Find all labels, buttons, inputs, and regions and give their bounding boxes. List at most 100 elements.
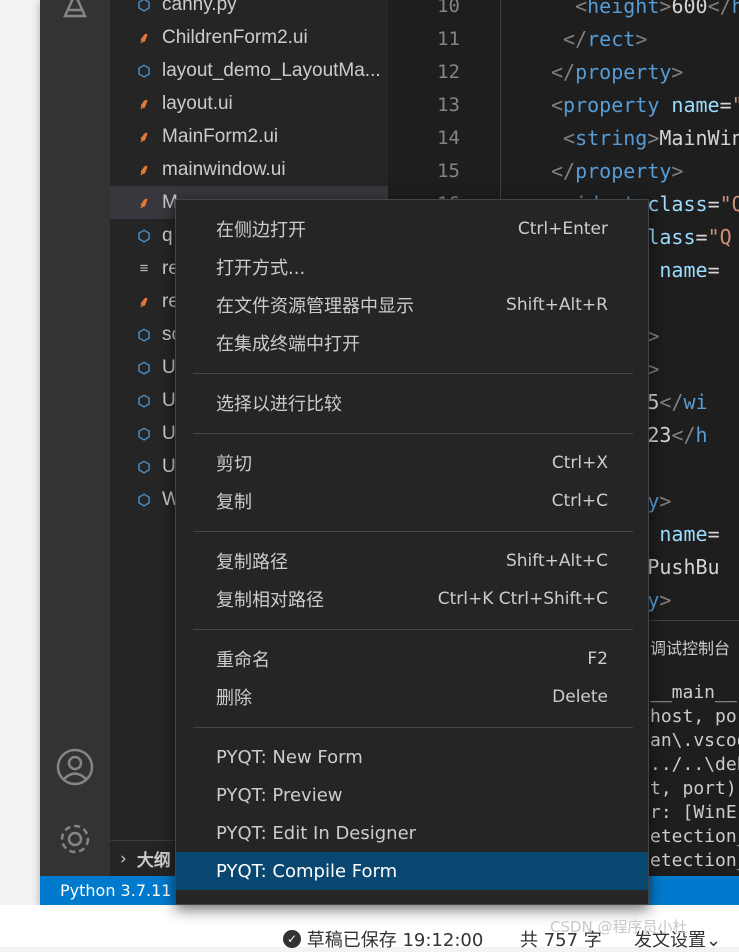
context-menu-item[interactable]: 选择以进行比较 <box>176 384 648 422</box>
file-item[interactable]: ⬡ canny.py <box>110 0 388 21</box>
menu-item-shortcut: Ctrl+X <box>551 453 608 473</box>
rss-file-icon: ⸙ <box>138 95 150 113</box>
chevron-down-icon: ⌄ <box>706 930 722 951</box>
context-menu-item[interactable]: 删除 Delete <box>176 678 648 716</box>
menu-item-shortcut: Shift+Alt+R <box>506 295 608 315</box>
file-name: U <box>162 455 176 477</box>
line-number: 15 <box>437 160 460 182</box>
menu-item-label: 删除 <box>216 688 252 709</box>
code-line: </property> <box>551 60 684 84</box>
line-number: 10 <box>437 0 460 17</box>
menu-item-label: PYQT: Edit In Designer <box>216 822 417 844</box>
menu-separator <box>193 373 633 374</box>
file-name: U <box>162 389 176 411</box>
context-menu-item[interactable]: 重命名 F2 <box>176 640 648 678</box>
python-file-icon: ⬡ <box>137 458 151 476</box>
console-output-line: r: [WinEr <box>650 802 739 823</box>
line-number: 11 <box>437 28 460 50</box>
file-item[interactable]: ⬡ layout_demo_LayoutMa... <box>110 54 388 87</box>
context-menu-item[interactable]: PYQT: Preview <box>176 776 648 814</box>
file-name: mainwindow.ui <box>162 158 286 180</box>
code-line: </property> <box>551 159 684 183</box>
file-item[interactable]: ⸙ mainwindow.ui <box>110 153 388 186</box>
menu-item-label: 剪切 <box>216 454 252 475</box>
menu-separator <box>193 629 633 630</box>
code-line: <height>600</he <box>575 0 739 18</box>
line-number: 14 <box>437 127 460 149</box>
activity-bar <box>40 0 110 876</box>
menu-separator <box>193 433 633 434</box>
text-file-icon: ≡ <box>139 260 149 277</box>
source-control-icon[interactable] <box>56 0 94 24</box>
rss-file-icon: ⸙ <box>138 128 150 146</box>
python-file-icon: ⬡ <box>137 326 151 344</box>
saved-status: ✓ 草稿已保存 19:12:00 <box>283 926 483 952</box>
menu-item-label: PYQT: Compile Form <box>216 860 398 882</box>
menu-item-label: 打开方式... <box>216 258 306 279</box>
menu-item-label: 选择以进行比较 <box>216 394 342 415</box>
file-name: U <box>162 356 176 378</box>
context-menu-item[interactable]: 复制路径 Shift+Alt+C <box>176 542 648 580</box>
context-menu-item[interactable]: 在侧边打开 Ctrl+Enter <box>176 210 648 248</box>
debug-console-tab[interactable]: 调试控制台 <box>650 635 730 659</box>
context-menu-item[interactable]: PYQT: New Form <box>176 738 648 776</box>
file-name: layout_demo_LayoutMa... <box>162 59 381 81</box>
menu-item-label: 在文件资源管理器中显示 <box>216 296 414 317</box>
console-output-line: __main__ <box>650 682 737 703</box>
code-line: <property name="w <box>551 93 739 117</box>
file-item[interactable]: ⸙ MainForm2.ui <box>110 120 388 153</box>
context-menu-item[interactable]: 剪切 Ctrl+X <box>176 444 648 482</box>
menu-item-shortcut: Shift+Alt+C <box>505 551 608 571</box>
rss-file-icon: ⸙ <box>138 194 150 212</box>
line-number: 12 <box>437 61 460 83</box>
console-output-line: t, port) <box>650 778 737 799</box>
python-file-icon: ⬡ <box>137 392 151 410</box>
line-number: 13 <box>437 94 460 116</box>
menu-item-label: 复制相对路径 <box>216 590 324 611</box>
file-name: canny.py <box>162 0 237 15</box>
file-name: q <box>162 224 173 246</box>
python-file-icon: ⬡ <box>137 491 151 509</box>
account-icon[interactable] <box>56 748 94 786</box>
menu-item-label: PYQT: Preview <box>216 784 343 806</box>
rss-file-icon: ⸙ <box>138 161 150 179</box>
check-circle-icon: ✓ <box>283 930 301 948</box>
console-output-line: an\.vscod <box>650 730 739 751</box>
console-output-line: etection_ <box>650 826 739 847</box>
python-version-indicator[interactable]: Python 3.7.11 <box>60 881 171 900</box>
python-file-icon: ⬡ <box>137 359 151 377</box>
context-menu-item[interactable]: 在文件资源管理器中显示 Shift+Alt+R <box>176 286 648 324</box>
file-name: ChildrenForm2.ui <box>162 26 308 48</box>
file-item[interactable]: ⸙ ChildrenForm2.ui <box>110 21 388 54</box>
menu-item-shortcut: Ctrl+C <box>551 491 608 511</box>
menu-separator <box>193 531 633 532</box>
python-file-icon: ⬡ <box>137 227 151 245</box>
python-file-icon: ⬡ <box>137 62 151 80</box>
chevron-right-icon: › <box>120 848 127 869</box>
context-menu-item[interactable]: PYQT: Edit In Designer <box>176 814 648 852</box>
context-menu-item[interactable]: 复制相对路径 Ctrl+K Ctrl+Shift+C <box>176 580 648 618</box>
file-name: MainForm2.ui <box>162 125 279 147</box>
context-menu-item[interactable]: 复制 Ctrl+C <box>176 482 648 520</box>
watermark: CSDN @程序员小杜 <box>550 918 688 936</box>
file-name: layout.ui <box>162 92 233 114</box>
rss-file-icon: ⸙ <box>138 293 150 311</box>
menu-item-label: 在侧边打开 <box>216 220 306 241</box>
context-menu-item[interactable]: 打开方式... <box>176 248 648 286</box>
menu-item-label: 重命名 <box>216 650 270 671</box>
context-menu: 在侧边打开 Ctrl+Enter 打开方式... 在文件资源管理器中显示 Shift+A… <box>175 199 649 905</box>
menu-item-shortcut: F2 <box>587 649 608 669</box>
python-file-icon: ⬡ <box>137 0 151 14</box>
menu-item-label: PYQT: New Form <box>216 746 363 768</box>
context-menu-item[interactable]: 在集成终端中打开 <box>176 324 648 362</box>
menu-item-shortcut: Delete <box>552 687 608 707</box>
menu-item-label: 复制 <box>216 492 252 513</box>
menu-item-shortcut: Ctrl+Enter <box>517 219 608 239</box>
context-menu-item[interactable]: PYQT: Compile Form <box>176 852 648 890</box>
code-line: </rect> <box>563 27 648 51</box>
menu-item-shortcut: Ctrl+K Ctrl+Shift+C <box>437 589 608 609</box>
file-item[interactable]: ⸙ layout.ui <box>110 87 388 120</box>
settings-gear-icon[interactable] <box>56 820 94 858</box>
console-output-line: ../..\deb <box>650 754 739 775</box>
menu-item-label: 复制路径 <box>216 552 288 573</box>
